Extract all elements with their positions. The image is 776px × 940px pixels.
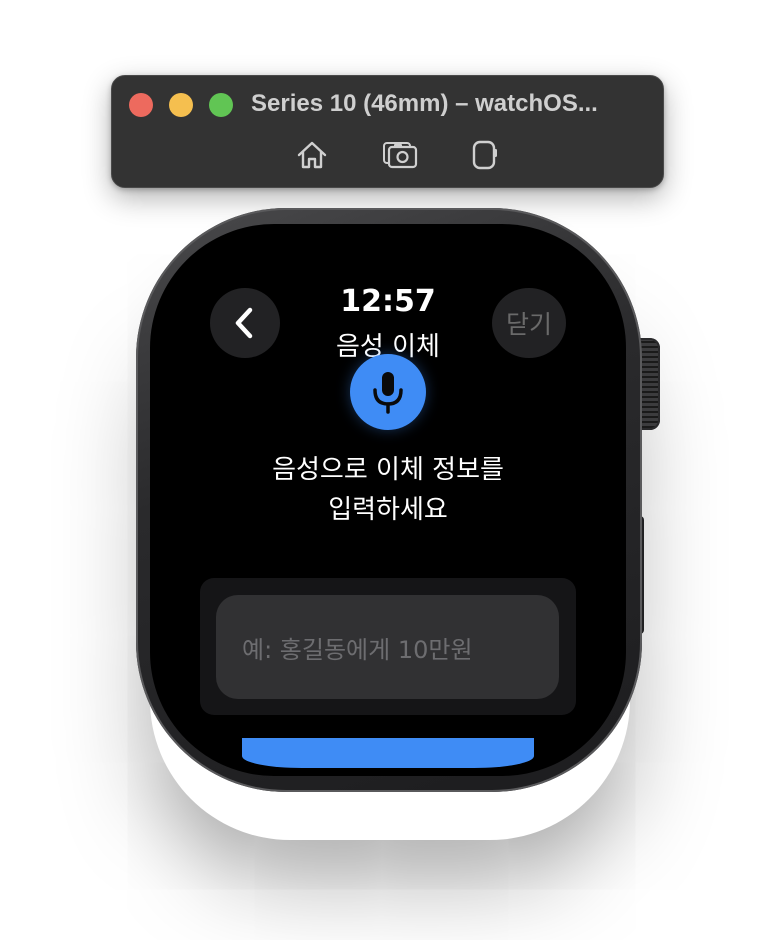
rotate-device-icon[interactable]: [466, 138, 502, 172]
camera-icon[interactable]: [382, 138, 418, 172]
window-maximize-button[interactable]: [209, 93, 233, 117]
microphone-button[interactable]: [350, 354, 426, 430]
prompt-line-2: 입력하세요: [328, 495, 448, 525]
transfer-text-input[interactable]: 예: 홍길동에게 10만원: [216, 595, 559, 699]
chevron-left-icon: [235, 307, 253, 339]
voice-prompt: 음성으로 이체 정보를 입력하세요: [208, 450, 568, 530]
watch-screen: 12:57 음성 이체 닫기 음성으로 이체 정보를 입력하세요 예: 홍길동에…: [150, 224, 626, 776]
close-button[interactable]: 닫기: [492, 288, 566, 358]
home-icon[interactable]: [294, 138, 330, 172]
simulator-titlebar: Series 10 (46mm) – watchOS...: [111, 75, 664, 188]
window-title: Series 10 (46mm) – watchOS...: [251, 90, 598, 117]
input-card: 예: 홍길동에게 10만원: [200, 578, 576, 715]
microphone-icon: [373, 372, 403, 414]
status-clock: 12:57: [340, 284, 436, 319]
window-close-button[interactable]: [129, 93, 153, 117]
prompt-line-1: 음성으로 이체 정보를: [272, 455, 504, 485]
primary-action-button[interactable]: [242, 738, 534, 768]
window-minimize-button[interactable]: [169, 93, 193, 117]
